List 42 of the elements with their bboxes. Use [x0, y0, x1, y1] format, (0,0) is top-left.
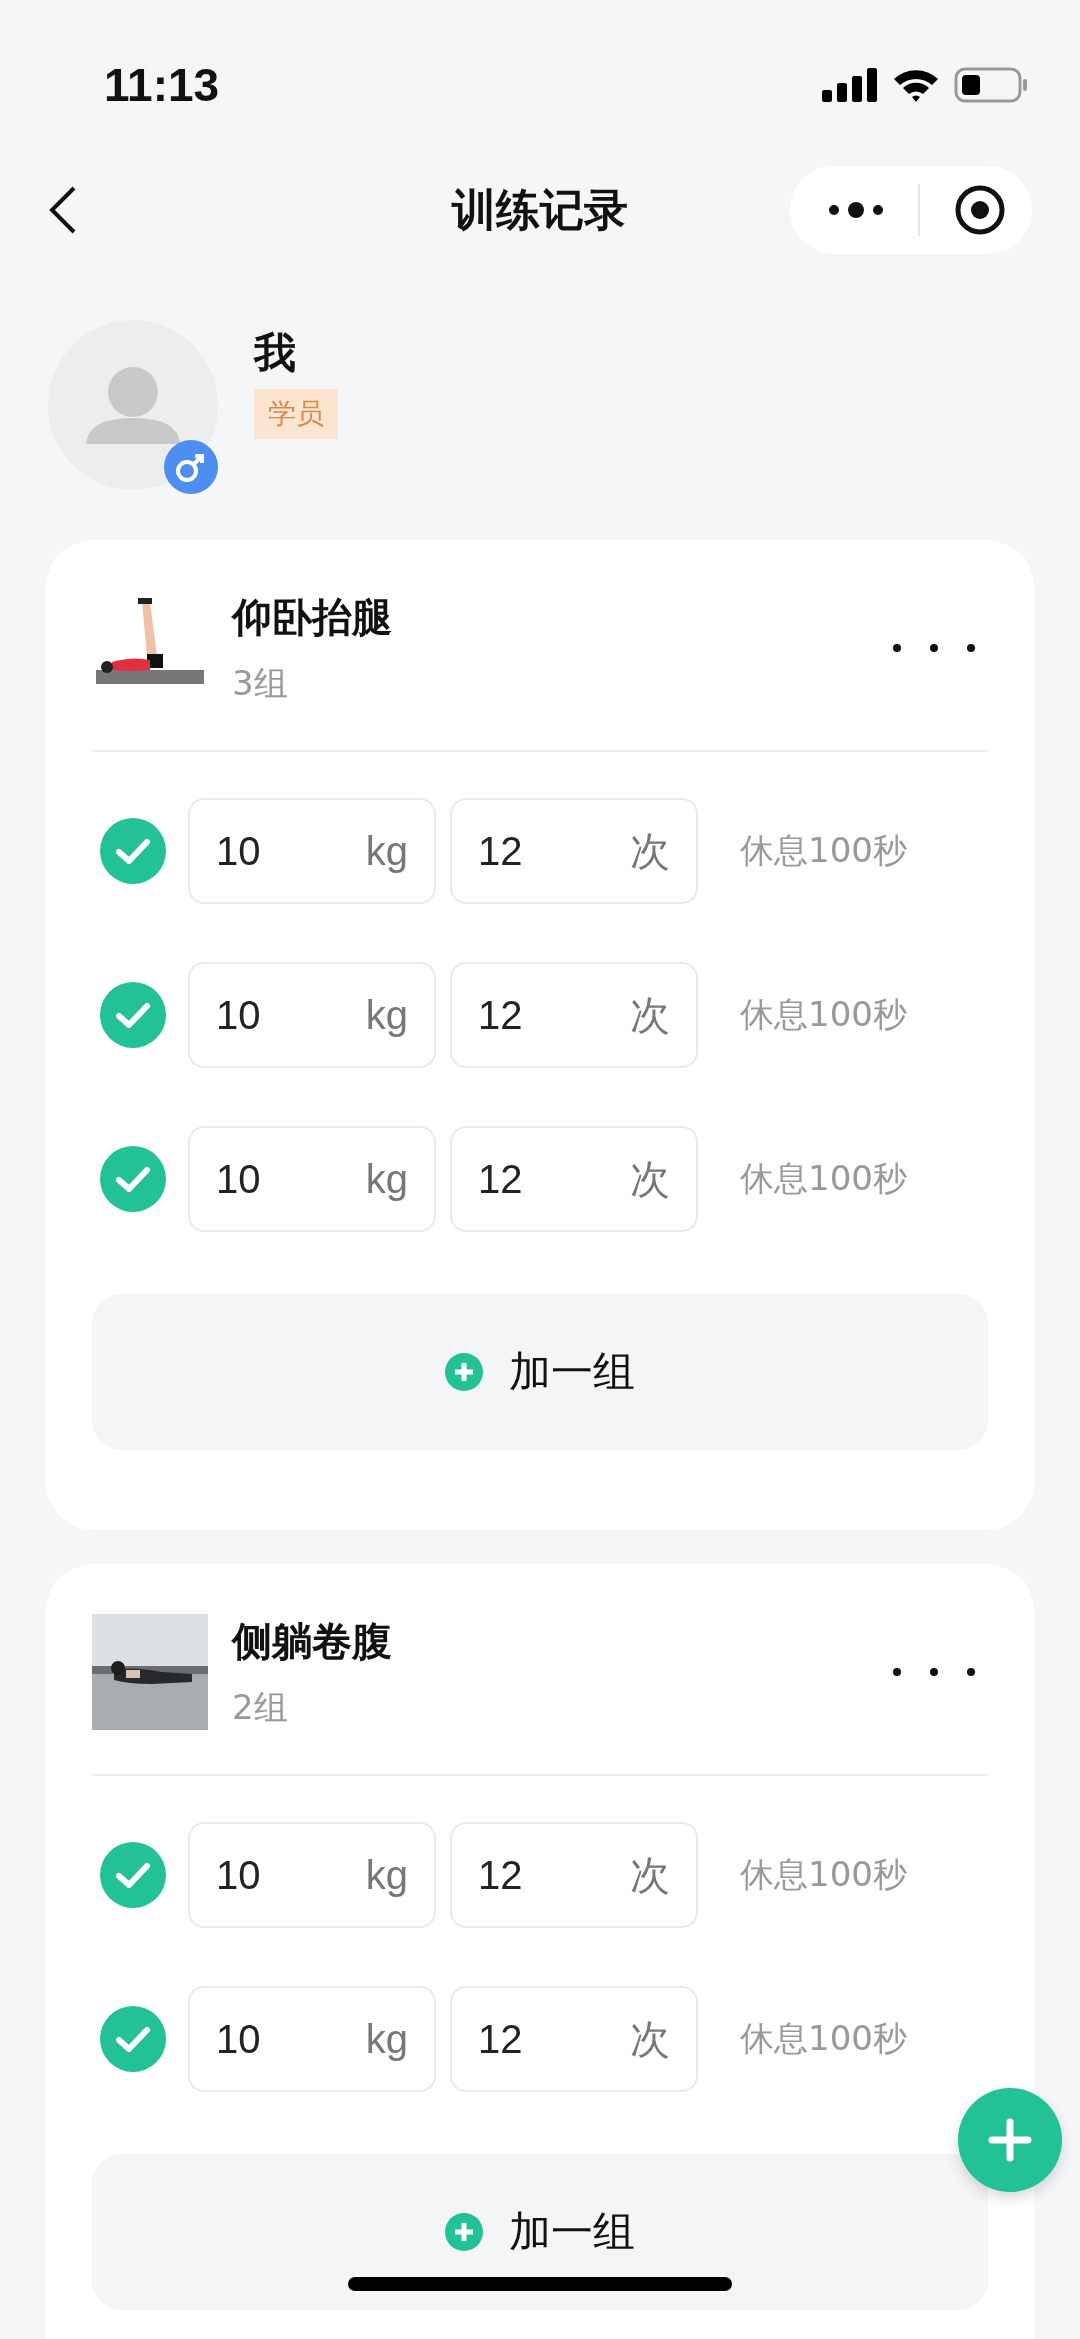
exercise-name: 侧躺卷腹	[232, 1616, 393, 1666]
rest-time: 休息100秒	[740, 993, 907, 1036]
weight-field[interactable]: 10 kg	[188, 1986, 436, 2092]
check-icon[interactable]	[100, 1842, 166, 1908]
plus-circle-icon	[445, 2213, 483, 2251]
weight-field[interactable]: 10 kg	[188, 962, 436, 1068]
check-icon[interactable]	[100, 818, 166, 884]
signal-icon	[822, 68, 878, 102]
reps-field[interactable]: 12 次	[450, 1126, 698, 1232]
more-icon[interactable]	[892, 1667, 976, 1677]
check-icon[interactable]	[100, 2006, 166, 2072]
add-set-button[interactable]: 加一组	[92, 1294, 988, 1450]
set-count: 3组	[232, 661, 289, 705]
check-icon[interactable]	[100, 982, 166, 1048]
check-icon[interactable]	[100, 1146, 166, 1212]
plus-circle-icon	[445, 1353, 483, 1391]
weight-field[interactable]: 10 kg	[188, 1822, 436, 1928]
back-icon[interactable]	[48, 185, 78, 235]
status-time: 11:13	[104, 58, 220, 112]
close-target-icon[interactable]	[954, 184, 1006, 236]
set-count: 2组	[232, 1685, 289, 1729]
wifi-icon	[892, 67, 940, 103]
reps-field[interactable]: 12 次	[450, 1986, 698, 2092]
reps-field[interactable]: 12 次	[450, 962, 698, 1068]
rest-time: 休息100秒	[740, 2017, 907, 2060]
reps-field[interactable]: 12 次	[450, 798, 698, 904]
weight-field[interactable]: 10 kg	[188, 1126, 436, 1232]
more-icon[interactable]	[892, 643, 976, 653]
rest-time: 休息100秒	[740, 1853, 907, 1896]
user-name: 我	[254, 327, 296, 379]
plus-icon	[988, 2118, 1032, 2162]
more-icon[interactable]	[828, 200, 884, 220]
exercise-name: 仰卧抬腿	[232, 592, 393, 642]
page-title: 训练记录	[452, 182, 628, 237]
role-tag: 学员	[254, 389, 338, 439]
weight-field[interactable]: 10 kg	[188, 798, 436, 904]
rest-time: 休息100秒	[740, 829, 907, 872]
male-icon	[164, 440, 218, 494]
add-set-button[interactable]: 加一组	[92, 2154, 988, 2310]
battery-icon	[954, 67, 1028, 103]
rest-time: 休息100秒	[740, 1157, 907, 1200]
reps-field[interactable]: 12 次	[450, 1822, 698, 1928]
